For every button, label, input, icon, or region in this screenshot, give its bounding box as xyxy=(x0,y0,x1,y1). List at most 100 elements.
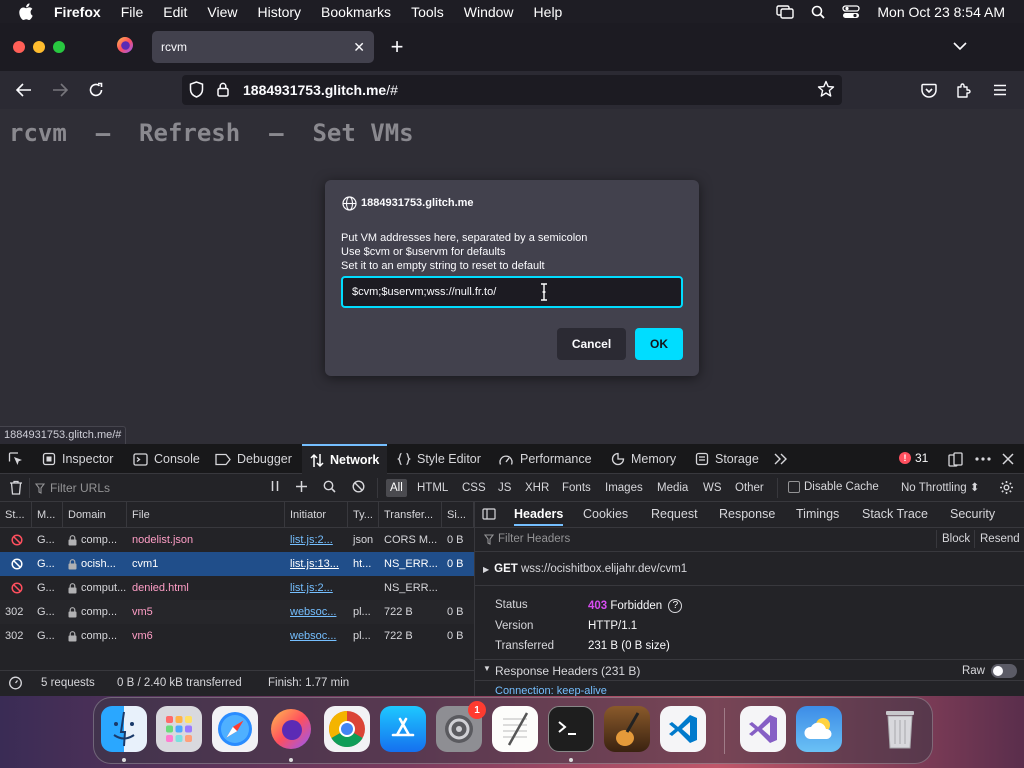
textedit-icon[interactable] xyxy=(492,706,538,752)
filter-urls-input[interactable]: Filter URLs xyxy=(35,478,255,498)
extensions-puzzle-icon[interactable] xyxy=(952,79,976,101)
bookmark-star-icon[interactable] xyxy=(817,80,835,103)
filter-ws[interactable]: WS xyxy=(699,479,726,497)
table-row[interactable]: G... comput... denied.html list.js:2... NS_E… xyxy=(0,576,474,600)
cell-initiator[interactable]: websoc... xyxy=(285,600,348,624)
vscode-icon[interactable] xyxy=(660,706,706,752)
filter-css[interactable]: CSS xyxy=(458,479,490,497)
ok-button[interactable]: OK xyxy=(635,328,683,360)
apple-icon[interactable] xyxy=(19,3,36,21)
pocket-icon[interactable] xyxy=(917,79,941,101)
response-headers-section[interactable]: ▼ Response Headers (231 B) Raw xyxy=(475,659,1024,681)
window-close-button[interactable] xyxy=(13,41,25,53)
col-status[interactable]: St... xyxy=(0,502,32,528)
set-vms-link[interactable]: Set VMs xyxy=(312,119,413,147)
table-row[interactable]: 302 G... comp... vm5 websoc... pl... 722 B 0 B xyxy=(0,600,474,624)
disable-cache-checkbox[interactable]: Disable Cache xyxy=(788,481,879,493)
pick-element-icon[interactable] xyxy=(8,444,24,474)
search-icon[interactable] xyxy=(323,480,336,496)
table-row[interactable]: G... ocish... cvm1 list.js:13... ht... NS_ERR… xyxy=(0,552,474,576)
filter-headers-input[interactable]: Filter Headers xyxy=(498,533,570,545)
filter-fonts[interactable]: Fonts xyxy=(558,479,595,497)
menu-app-name[interactable]: Firefox xyxy=(54,4,101,20)
tab-rcvm[interactable]: rcvm ✕ xyxy=(152,31,374,63)
terminal-icon[interactable] xyxy=(548,706,594,752)
more-tools-chevron-icon[interactable] xyxy=(774,444,788,474)
hamburger-menu-icon[interactable] xyxy=(988,79,1012,101)
window-zoom-button[interactable] xyxy=(53,41,65,53)
request-summary-line[interactable]: ▶ GET wss://ocishitbox.elijahr.dev/cvm1 xyxy=(483,563,687,575)
tab-headers[interactable]: Headers xyxy=(514,507,564,526)
menu-view[interactable]: View xyxy=(207,4,237,20)
error-count-badge[interactable]: ! 31 xyxy=(899,451,928,465)
spotlight-search-icon[interactable] xyxy=(811,5,826,19)
filter-xhr[interactable]: XHR xyxy=(521,479,553,497)
new-tab-button[interactable]: + xyxy=(385,34,409,60)
cell-initiator[interactable]: list.js:2... xyxy=(285,528,348,552)
tab-network[interactable]: Network xyxy=(302,444,387,474)
filter-media[interactable]: Media xyxy=(653,479,692,497)
table-row[interactable]: G... comp... nodelist.json list.js:2... json… xyxy=(0,528,474,552)
finder-icon[interactable] xyxy=(101,706,147,752)
tab-style-editor[interactable]: Style Editor xyxy=(397,444,481,474)
pause-icon[interactable] xyxy=(270,480,280,495)
tab-close-icon[interactable]: ✕ xyxy=(353,39,365,56)
filter-images[interactable]: Images xyxy=(601,479,647,497)
help-question-icon[interactable]: ? xyxy=(668,599,683,613)
list-all-tabs-chevron-icon[interactable] xyxy=(953,38,973,54)
devtools-options-icon[interactable] xyxy=(975,444,991,474)
resend-button[interactable]: Resend xyxy=(980,533,1020,545)
tab-security[interactable]: Security xyxy=(950,507,995,521)
menu-help[interactable]: Help xyxy=(534,4,563,20)
raw-toggle[interactable]: Raw xyxy=(962,664,1017,678)
toggle-sidebar-icon[interactable] xyxy=(482,508,496,523)
filter-other[interactable]: Other xyxy=(731,479,768,497)
menu-window[interactable]: Window xyxy=(464,4,514,20)
tracking-protection-shield-icon[interactable] xyxy=(189,81,204,103)
refresh-link[interactable]: Refresh xyxy=(139,119,240,147)
firefox-dock-icon[interactable] xyxy=(268,706,314,752)
col-file[interactable]: File xyxy=(127,502,285,528)
stopwatch-icon[interactable] xyxy=(8,675,23,693)
throttling-select[interactable]: No Throttling ⬍ xyxy=(901,480,979,494)
back-arrow-icon[interactable] xyxy=(12,79,36,101)
add-request-plus-icon[interactable] xyxy=(295,480,308,496)
menu-edit[interactable]: Edit xyxy=(163,4,187,20)
block-button[interactable]: Block xyxy=(942,533,970,545)
weather-icon[interactable] xyxy=(796,706,842,752)
tab-request[interactable]: Request xyxy=(651,507,698,521)
responsive-design-icon[interactable] xyxy=(948,444,963,474)
menu-bookmarks[interactable]: Bookmarks xyxy=(321,4,391,20)
filter-all[interactable]: All xyxy=(386,479,407,497)
tab-storage[interactable]: Storage xyxy=(695,444,759,474)
filter-html[interactable]: HTML xyxy=(413,479,452,497)
tab-debugger[interactable]: Debugger xyxy=(215,444,292,474)
tab-memory[interactable]: Memory xyxy=(611,444,676,474)
devtools-close-icon[interactable] xyxy=(1002,444,1014,474)
firefox-view-button[interactable] xyxy=(104,31,146,63)
tab-performance[interactable]: Performance xyxy=(498,444,592,474)
cell-initiator[interactable]: list.js:13... xyxy=(285,552,348,576)
site-lock-icon[interactable] xyxy=(217,82,229,102)
menu-file[interactable]: File xyxy=(121,4,144,20)
url-text[interactable]: 1884931753.glitch.me/# xyxy=(243,82,398,98)
col-domain[interactable]: Domain xyxy=(63,502,127,528)
col-size[interactable]: Si... xyxy=(442,502,474,528)
safari-icon[interactable] xyxy=(212,706,258,752)
chrome-icon[interactable] xyxy=(324,706,370,752)
cell-initiator[interactable]: list.js:2... xyxy=(285,576,348,600)
tab-timings[interactable]: Timings xyxy=(796,507,839,521)
network-settings-gear-icon[interactable] xyxy=(999,480,1014,498)
table-row[interactable]: 302 G... comp... vm6 websoc... pl... 722 B 0 B xyxy=(0,624,474,648)
launchpad-icon[interactable] xyxy=(156,706,202,752)
app-store-icon[interactable] xyxy=(380,706,426,752)
tab-response[interactable]: Response xyxy=(719,507,775,521)
cell-initiator[interactable]: websoc... xyxy=(285,624,348,648)
visual-studio-icon[interactable] xyxy=(740,706,786,752)
screen-mirroring-icon[interactable] xyxy=(776,4,795,19)
reload-icon[interactable] xyxy=(84,79,108,101)
trash-icon[interactable] xyxy=(877,706,923,752)
block-requests-icon[interactable] xyxy=(352,480,365,496)
garageband-guitar-icon[interactable] xyxy=(604,706,650,752)
tab-cookies[interactable]: Cookies xyxy=(583,507,628,521)
